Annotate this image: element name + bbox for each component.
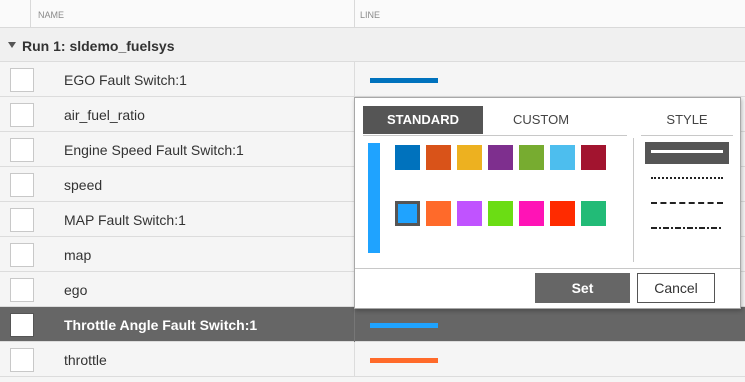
row-checkbox[interactable] xyxy=(10,68,34,92)
row-checkbox[interactable] xyxy=(10,278,34,302)
style-underline xyxy=(641,135,733,136)
cancel-button[interactable]: Cancel xyxy=(637,273,715,303)
column-header-name[interactable]: NAME xyxy=(38,0,64,28)
tab-custom[interactable]: CUSTOM xyxy=(485,106,597,134)
color-swatch[interactable] xyxy=(581,201,606,226)
chevron-down-icon[interactable] xyxy=(8,42,16,48)
signal-name: throttle xyxy=(64,352,107,368)
signal-name: EGO Fault Switch:1 xyxy=(64,72,187,88)
color-swatch[interactable] xyxy=(395,201,420,226)
popup-divider xyxy=(633,138,634,262)
row-checkbox[interactable] xyxy=(10,243,34,267)
signal-name: MAP Fault Switch:1 xyxy=(64,212,186,228)
color-swatch[interactable] xyxy=(550,145,575,170)
color-swatch[interactable] xyxy=(519,201,544,226)
footer-divider xyxy=(355,268,740,269)
row-checkbox[interactable] xyxy=(10,208,34,232)
row-checkbox[interactable] xyxy=(10,138,34,162)
line-style-stroke xyxy=(651,150,723,153)
color-swatch[interactable] xyxy=(457,201,482,226)
set-button[interactable]: Set xyxy=(535,273,630,303)
column-divider[interactable] xyxy=(354,0,355,28)
line-style-popup: STANDARD CUSTOM STYLE Set Cancel xyxy=(354,97,741,309)
row-checkbox[interactable] xyxy=(10,173,34,197)
line-style-stroke xyxy=(651,227,723,229)
selected-color-preview xyxy=(368,143,380,253)
line-style-dotted[interactable] xyxy=(645,167,729,189)
tab-standard[interactable]: STANDARD xyxy=(363,106,483,134)
color-swatch[interactable] xyxy=(395,145,420,170)
line-style-sample[interactable] xyxy=(370,358,438,363)
color-swatch[interactable] xyxy=(488,145,513,170)
table-header: NAME LINE xyxy=(0,0,745,28)
row-checkbox[interactable] xyxy=(10,313,34,337)
column-divider xyxy=(354,342,355,377)
color-swatch[interactable] xyxy=(581,145,606,170)
table-row[interactable]: throttle xyxy=(0,342,745,377)
column-divider xyxy=(354,62,355,97)
signal-name: Engine Speed Fault Switch:1 xyxy=(64,142,244,158)
line-style-dashed[interactable] xyxy=(645,192,729,214)
line-style-sample[interactable] xyxy=(370,78,438,83)
line-style-sample[interactable] xyxy=(370,323,438,328)
row-checkbox[interactable] xyxy=(10,103,34,127)
color-swatch[interactable] xyxy=(519,145,544,170)
signal-name: map xyxy=(64,247,92,263)
signal-name: ego xyxy=(64,282,88,298)
column-header-line[interactable]: LINE xyxy=(360,0,380,28)
table-row[interactable]: Throttle Angle Fault Switch:1 xyxy=(0,307,745,342)
line-style-solid[interactable] xyxy=(645,142,729,164)
signal-name: Throttle Angle Fault Switch:1 xyxy=(64,317,258,333)
color-swatch[interactable] xyxy=(457,145,482,170)
table-row[interactable]: EGO Fault Switch:1 xyxy=(0,62,745,97)
line-style-stroke xyxy=(651,177,723,179)
signal-name: speed xyxy=(64,177,103,193)
column-divider xyxy=(354,307,355,342)
color-swatch[interactable] xyxy=(550,201,575,226)
signal-name: air_fuel_ratio xyxy=(64,107,145,123)
line-style-stroke xyxy=(651,202,723,204)
column-divider xyxy=(30,0,31,28)
color-swatch[interactable] xyxy=(488,201,513,226)
tab-style: STYLE xyxy=(666,112,708,127)
tab-underline xyxy=(363,135,627,136)
line-style-dash-dot[interactable] xyxy=(645,217,729,239)
row-checkbox[interactable] xyxy=(10,348,34,372)
run-group-row[interactable]: Run 1: sldemo_fuelsys xyxy=(0,28,745,62)
color-swatch[interactable] xyxy=(426,145,451,170)
color-swatch[interactable] xyxy=(426,201,451,226)
run-group-label: Run 1: sldemo_fuelsys xyxy=(22,38,175,54)
